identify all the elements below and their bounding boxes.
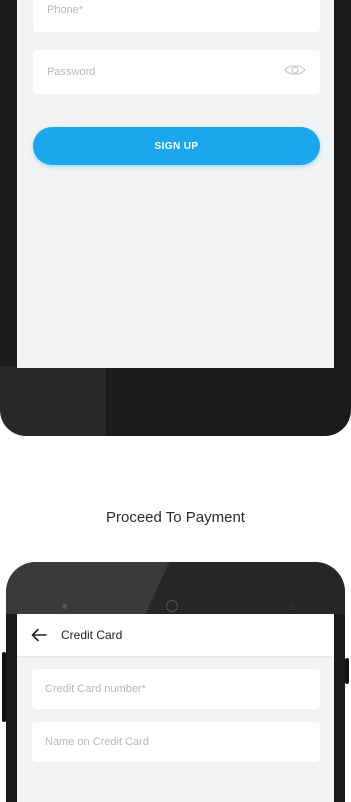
password-field-placeholder: Password xyxy=(47,66,96,78)
password-field[interactable]: Password xyxy=(33,50,320,94)
signup-button[interactable]: SIGN UP xyxy=(33,127,320,165)
phone-sensor-dot xyxy=(62,604,67,609)
app-bar: Credit Card xyxy=(17,614,334,656)
phone-field-placeholder: Phone* xyxy=(47,4,84,16)
signup-screen: Phone* Password SIGN UP xyxy=(17,0,334,368)
card-number-placeholder: Credit Card number* xyxy=(45,683,146,695)
phone-mockup-payment: Credit Card Credit Card number* Name on … xyxy=(6,562,345,802)
arrow-left-icon[interactable] xyxy=(17,614,61,656)
eye-icon[interactable] xyxy=(284,63,306,82)
payment-screen: Credit Card Credit Card number* Name on … xyxy=(17,614,334,802)
name-on-card-field[interactable]: Name on Credit Card xyxy=(32,722,320,762)
section-caption: Proceed To Payment xyxy=(106,509,245,526)
page-title: Credit Card xyxy=(61,628,123,642)
phone-camera-dot xyxy=(289,604,295,610)
phone-field[interactable]: Phone* xyxy=(33,0,320,32)
phone-mockup-signup: Phone* Password SIGN UP xyxy=(0,0,351,436)
phone-earpiece xyxy=(166,600,178,612)
phone-side-button-right xyxy=(345,658,349,684)
name-on-card-placeholder: Name on Credit Card xyxy=(45,736,149,748)
card-number-field[interactable]: Credit Card number* xyxy=(32,669,320,709)
